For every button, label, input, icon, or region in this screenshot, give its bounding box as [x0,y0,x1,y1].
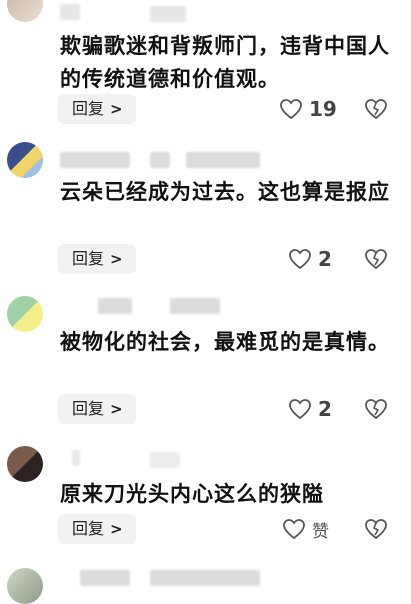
like-button[interactable]: 赞 [282,514,352,544]
comment-item: 被物化的社会，最难觅的是真情。 回复 > 2 [0,280,411,432]
comment-text: 被物化的社会，最难觅的是真情。 [60,330,390,354]
comment-text: 欺骗歌迷和背叛师门，违背中国人的传统道德和价值观。 [60,34,390,91]
avatar[interactable] [7,0,43,22]
like-button[interactable]: 19 [279,94,349,124]
reply-button[interactable]: 回复 > [58,394,136,424]
comment-text: 原来刀光头内心这么的狭隘 [60,482,324,506]
avatar[interactable] [7,446,43,482]
like-count: 19 [309,97,337,121]
broken-heart-icon[interactable] [364,98,388,120]
like-button[interactable]: 2 [288,394,358,424]
comment-item [0,558,411,604]
avatar[interactable] [7,296,43,332]
like-count: 2 [318,397,332,421]
comment-item: 欺骗歌迷和背叛师门，违背中国人的传统道德和价值观。 回复 > 19 [0,0,411,130]
username-blurred [186,152,260,168]
like-button[interactable]: 2 [288,244,358,274]
username-blurred [80,570,130,586]
username-blurred [60,152,130,168]
heart-outline-icon [289,399,311,420]
username-blurred [150,570,260,586]
username-blurred [170,298,220,314]
comment-text: 云朵已经成为过去。这也算是报应 [60,180,390,204]
reply-label: 回复 [72,99,105,118]
username-blurred [150,452,180,468]
username-blurred [150,6,186,22]
avatar[interactable] [7,568,43,604]
chevron-right-icon: > [110,520,123,538]
comment-item: 云朵已经成为过去。这也算是报应 回复 > 2 [0,130,411,280]
username-blurred [72,450,80,466]
broken-heart-icon[interactable] [364,398,388,420]
like-count: 赞 [312,521,329,542]
heart-outline-icon [280,99,302,120]
username-blurred [98,298,132,314]
reply-label: 回复 [72,249,105,268]
comment-item: 原来刀光头内心这么的狭隘 回复 > 赞 [0,432,411,558]
username-blurred [60,4,80,20]
chevron-right-icon: > [110,400,123,418]
reply-label: 回复 [72,519,105,538]
like-count: 2 [318,247,332,271]
reply-button[interactable]: 回复 > [58,244,136,274]
heart-outline-icon [289,249,311,270]
broken-heart-icon[interactable] [364,518,388,540]
avatar[interactable] [7,142,43,178]
reply-button[interactable]: 回复 > [58,514,136,544]
broken-heart-icon[interactable] [364,248,388,270]
reply-label: 回复 [72,399,105,418]
chevron-right-icon: > [110,250,123,268]
reply-button[interactable]: 回复 > [58,94,136,124]
chevron-right-icon: > [110,100,123,118]
heart-outline-icon [283,519,305,540]
username-blurred [150,152,170,168]
